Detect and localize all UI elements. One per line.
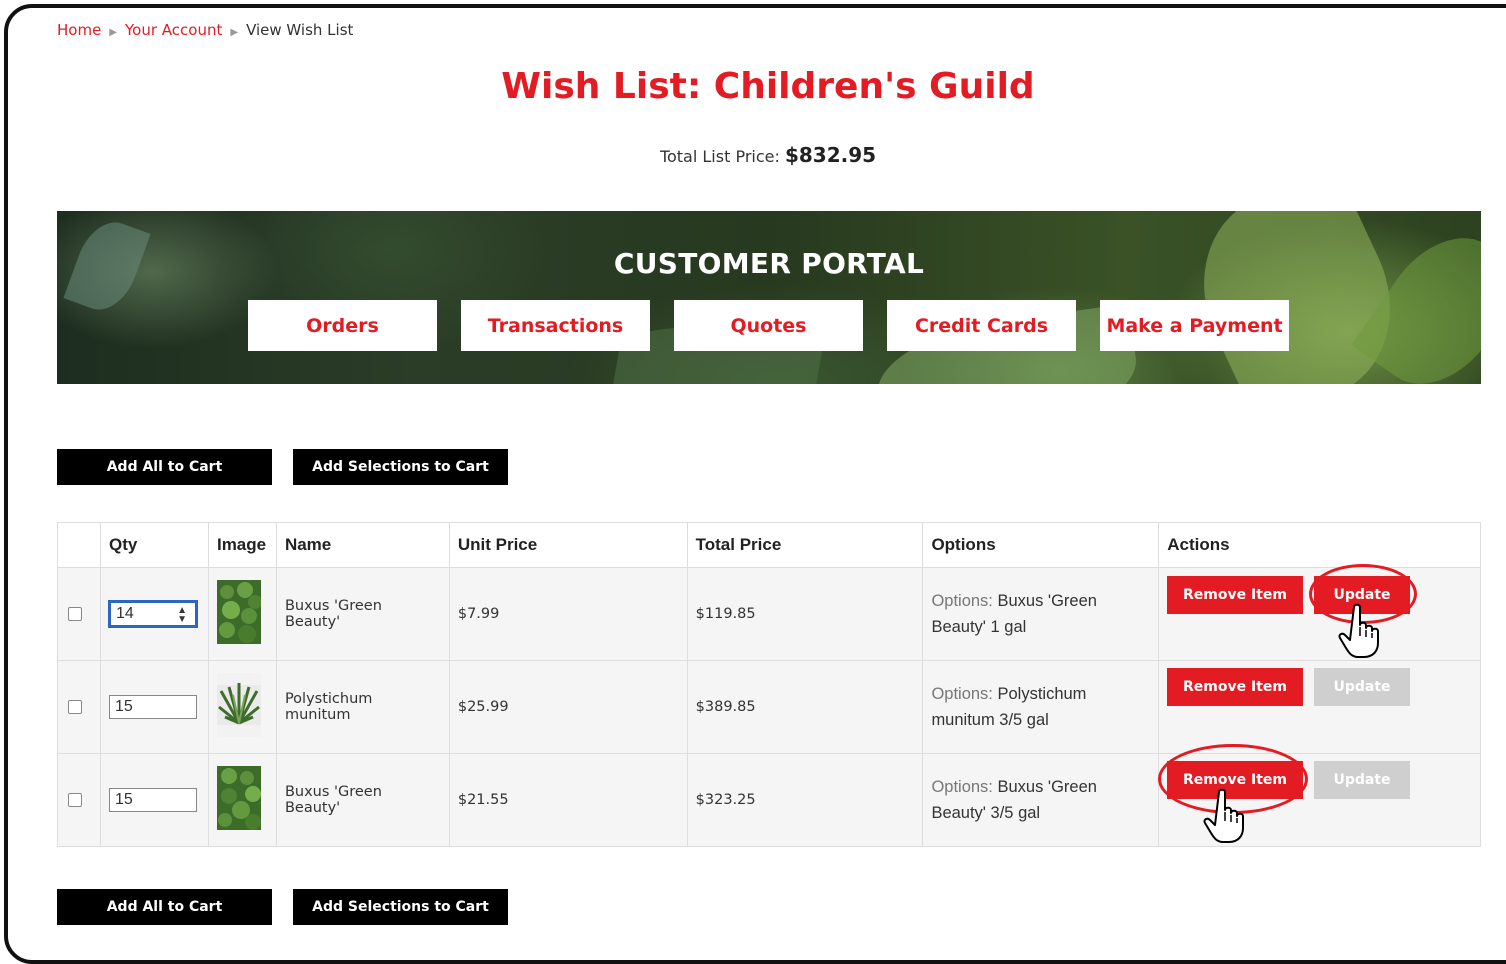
breadcrumb-home-link[interactable]: Home <box>57 21 101 39</box>
add-all-to-cart-button-top[interactable]: Add All to Cart <box>57 449 272 485</box>
caret-right-icon: ▶ <box>230 27 239 38</box>
quantity-input[interactable]: 15 <box>108 695 197 719</box>
product-name[interactable]: Polystichum munitum <box>275 660 450 754</box>
add-selections-to-cart-button-bottom[interactable]: Add Selections to Cart <box>293 889 508 925</box>
product-name[interactable]: Buxus 'Green Beauty' <box>275 753 450 847</box>
total-list-price: Total List Price: $832.95 <box>0 143 1506 167</box>
nav-credit-cards-button[interactable]: Credit Cards <box>887 300 1076 351</box>
quantity-input[interactable]: 15 <box>108 788 197 812</box>
nav-orders-button[interactable]: Orders <box>248 300 437 351</box>
row-select-checkbox[interactable] <box>68 607 82 621</box>
options-cell: Options: Buxus 'Green Beauty' 1 gal <box>922 567 1160 661</box>
header-options: Options <box>922 522 1160 568</box>
total-price: $323.25 <box>686 753 924 847</box>
table-header-row: Qty Image Name Unit Price Total Price Op… <box>57 522 1481 568</box>
update-button-disabled[interactable]: Update <box>1314 761 1410 799</box>
options-label: Options: <box>931 592 993 610</box>
add-selections-to-cart-button-top[interactable]: Add Selections to Cart <box>293 449 508 485</box>
options-cell: Options: Polystichum munitum 3/5 gal <box>922 660 1160 754</box>
header-select <box>57 522 101 568</box>
total-price: $389.85 <box>686 660 924 754</box>
nav-make-payment-button[interactable]: Make a Payment <box>1100 300 1289 351</box>
remove-item-button[interactable]: Remove Item <box>1167 576 1303 614</box>
quantity-value: 15 <box>114 698 133 715</box>
product-image[interactable] <box>216 580 262 644</box>
header-name: Name <box>275 522 450 568</box>
row-select-checkbox[interactable] <box>68 793 82 807</box>
breadcrumb-account-link[interactable]: Your Account <box>125 21 222 39</box>
product-image[interactable] <box>216 766 261 830</box>
quantity-value: 14 <box>115 605 134 622</box>
total-price-label: Total List Price: <box>659 147 780 166</box>
unit-price: $25.99 <box>448 660 688 754</box>
nav-transactions-button[interactable]: Transactions <box>461 300 650 351</box>
header-image: Image <box>207 522 277 568</box>
header-unit-price: Unit Price <box>448 522 688 568</box>
page-title: Wish List: Children's Guild <box>501 66 1035 107</box>
total-price: $119.85 <box>686 567 924 661</box>
options-label: Options: <box>931 685 993 703</box>
header-actions: Actions <box>1158 522 1481 568</box>
header-total-price: Total Price <box>686 522 924 568</box>
unit-price: $7.99 <box>448 567 688 661</box>
options-label: Options: <box>931 778 993 796</box>
update-button-disabled[interactable]: Update <box>1314 668 1410 706</box>
caret-right-icon: ▶ <box>109 27 117 38</box>
quantity-value: 15 <box>114 791 133 808</box>
product-name[interactable]: Buxus 'Green Beauty' <box>275 567 450 661</box>
total-price-value: $832.95 <box>784 143 877 167</box>
quantity-input[interactable]: 14 ▲ ▼ <box>107 600 198 628</box>
unit-price: $21.55 <box>448 753 688 847</box>
update-button[interactable]: Update <box>1314 576 1410 614</box>
remove-item-button[interactable]: Remove Item <box>1167 761 1303 799</box>
remove-item-button[interactable]: Remove Item <box>1167 668 1303 706</box>
portal-title: CUSTOMER PORTAL <box>613 247 925 280</box>
breadcrumb: Home ▶ Your Account ▶ View Wish List <box>57 21 353 39</box>
row-select-checkbox[interactable] <box>68 700 82 714</box>
product-image[interactable] <box>216 673 261 737</box>
header-qty: Qty <box>99 522 209 568</box>
spinner-arrows-icon[interactable]: ▲ ▼ <box>177 606 187 625</box>
customer-portal-banner: CUSTOMER PORTAL Orders Transactions Quot… <box>57 211 1481 384</box>
options-cell: Options: Buxus 'Green Beauty' 3/5 gal <box>922 753 1160 847</box>
add-all-to-cart-button-bottom[interactable]: Add All to Cart <box>57 889 272 925</box>
breadcrumb-current: View Wish List <box>246 21 354 39</box>
nav-quotes-button[interactable]: Quotes <box>674 300 863 351</box>
